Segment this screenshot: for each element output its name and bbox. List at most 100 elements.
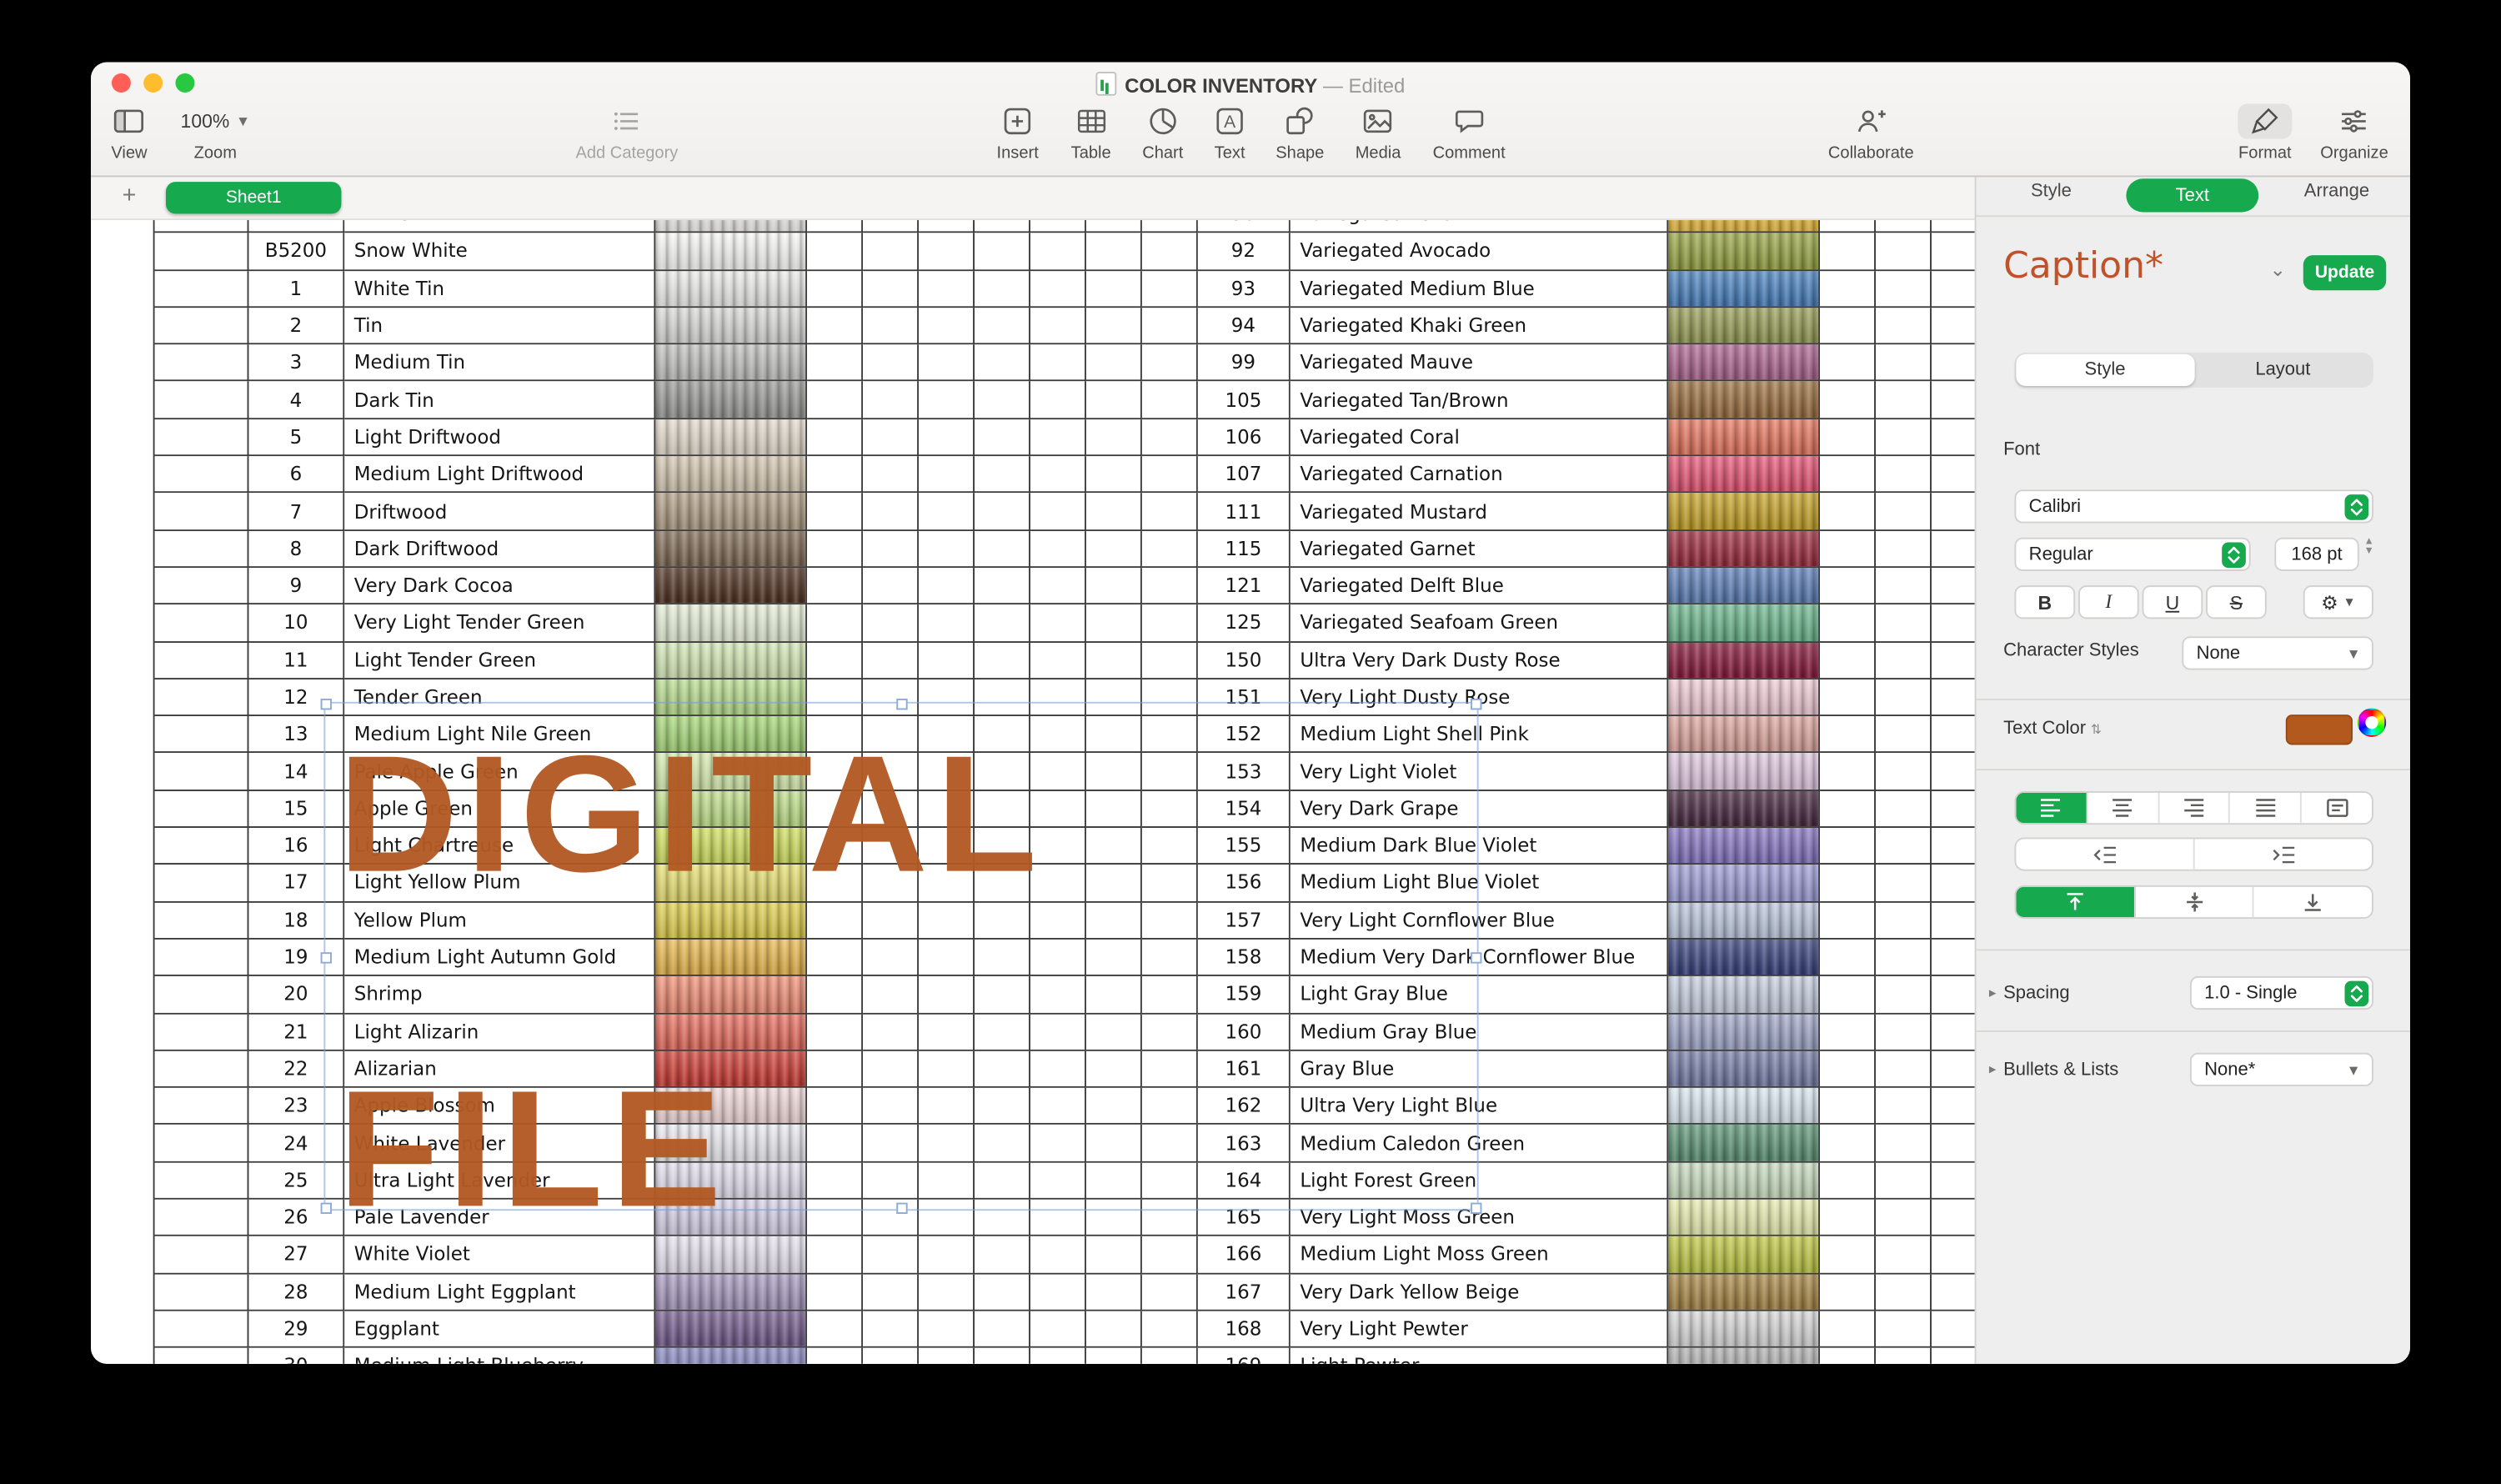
selection-handle[interactable] <box>1471 699 1481 709</box>
view-button[interactable]: View <box>111 103 147 163</box>
color-number-cell[interactable]: 166 <box>1198 1236 1291 1274</box>
empty-cell[interactable] <box>1876 1236 1932 1274</box>
empty-cell[interactable] <box>1932 419 1975 457</box>
empty-cell[interactable] <box>1876 1126 1932 1163</box>
empty-cell[interactable] <box>1876 308 1932 345</box>
empty-cell[interactable] <box>155 791 249 829</box>
empty-cell[interactable] <box>863 530 919 568</box>
empty-cell[interactable] <box>1030 530 1086 568</box>
floss-swatch-cell[interactable] <box>655 456 807 494</box>
empty-cell[interactable] <box>1876 530 1932 568</box>
empty-cell[interactable] <box>863 308 919 345</box>
color-number-cell[interactable]: 99 <box>1198 345 1291 383</box>
stepper-icon[interactable] <box>2345 494 2369 519</box>
collaborate-button[interactable]: Collaborate <box>1828 103 1914 163</box>
empty-cell[interactable] <box>1932 1200 1975 1237</box>
empty-cell[interactable] <box>919 568 975 605</box>
font-size-stepper[interactable]: ▲▼ <box>2363 538 2373 555</box>
empty-cell[interactable] <box>155 233 249 271</box>
empty-cell[interactable] <box>1876 865 1932 903</box>
color-name-cell[interactable]: Variegated Coral <box>1291 419 1668 457</box>
color-name-cell[interactable]: Dark Driftwood <box>344 530 655 568</box>
empty-cell[interactable] <box>1820 1274 1876 1311</box>
empty-cell[interactable] <box>919 419 975 457</box>
comment-button[interactable]: Comment <box>1433 103 1506 163</box>
floss-swatch-cell[interactable] <box>655 605 807 643</box>
zoom-control[interactable]: 100%▼ Zoom <box>181 103 250 163</box>
floss-swatch-cell[interactable] <box>1668 865 1820 903</box>
floss-swatch-cell[interactable] <box>655 419 807 457</box>
empty-cell[interactable] <box>807 308 863 345</box>
color-name-cell[interactable]: Variegated Mustard <box>1291 494 1668 531</box>
empty-cell[interactable] <box>1932 1126 1975 1163</box>
color-name-cell[interactable]: Variegated Delft Blue <box>1291 568 1668 605</box>
empty-cell[interactable] <box>1820 218 1876 233</box>
empty-cell[interactable] <box>1086 456 1142 494</box>
color-name-cell[interactable]: Variegated Garnet <box>1291 530 1668 568</box>
empty-cell[interactable] <box>1876 605 1932 643</box>
disclosure-triangle-icon[interactable]: ▸ <box>1989 1060 1997 1078</box>
empty-cell[interactable] <box>155 530 249 568</box>
empty-cell[interactable] <box>919 270 975 308</box>
character-styles-dropdown[interactable]: None ▼ <box>2182 636 2373 669</box>
empty-cell[interactable] <box>1876 419 1932 457</box>
floss-swatch-cell[interactable] <box>1668 233 1820 271</box>
color-name-cell[interactable]: Variegated Carnation <box>1291 456 1668 494</box>
floss-swatch-cell[interactable] <box>1668 1088 1820 1126</box>
color-name-cell[interactable]: Light Driftwood <box>344 419 655 457</box>
align-justify-button[interactable] <box>2230 793 2302 823</box>
empty-cell[interactable] <box>975 419 1030 457</box>
empty-cell[interactable] <box>919 1311 975 1349</box>
align-bottom-button[interactable] <box>2254 887 2372 917</box>
empty-cell[interactable] <box>1030 382 1086 419</box>
empty-cell[interactable] <box>919 233 975 271</box>
tab-style[interactable]: Style <box>2031 182 2072 201</box>
color-name-cell[interactable]: Driftwood <box>344 494 655 531</box>
disclosure-triangle-icon[interactable]: ▸ <box>1989 984 1997 1001</box>
decrease-indent-button[interactable] <box>2016 839 2194 869</box>
empty-cell[interactable] <box>1876 568 1932 605</box>
empty-cell[interactable] <box>1030 642 1086 679</box>
empty-cell[interactable] <box>1086 218 1142 233</box>
empty-cell[interactable] <box>919 642 975 679</box>
empty-cell[interactable] <box>1030 1311 1086 1349</box>
empty-cell[interactable] <box>1820 679 1876 717</box>
empty-cell[interactable] <box>1932 642 1975 679</box>
floss-swatch-cell[interactable] <box>655 494 807 531</box>
color-name-cell[interactable]: Tin <box>344 308 655 345</box>
empty-cell[interactable] <box>1932 940 1975 977</box>
floss-swatch-cell[interactable] <box>1668 1126 1820 1163</box>
empty-cell[interactable] <box>1086 494 1142 531</box>
floss-swatch-cell[interactable] <box>1668 1311 1820 1349</box>
color-name-cell[interactable]: Ultra Very Dark Dusty Rose <box>1291 642 1668 679</box>
empty-cell[interactable] <box>1030 419 1086 457</box>
empty-cell[interactable] <box>1142 419 1198 457</box>
empty-cell[interactable] <box>1142 1348 1198 1364</box>
media-button[interactable]: Media <box>1356 103 1401 163</box>
empty-cell[interactable] <box>1876 1162 1932 1200</box>
empty-cell[interactable] <box>1820 456 1876 494</box>
empty-cell[interactable] <box>155 1311 249 1349</box>
empty-cell[interactable] <box>1086 642 1142 679</box>
empty-cell[interactable] <box>863 345 919 383</box>
empty-cell[interactable] <box>1142 270 1198 308</box>
empty-cell[interactable] <box>155 1126 249 1163</box>
empty-cell[interactable] <box>975 308 1030 345</box>
watermark-text-line2[interactable]: FILE <box>338 1067 729 1233</box>
empty-cell[interactable] <box>1030 233 1086 271</box>
empty-cell[interactable] <box>975 218 1030 233</box>
sheet-tab-sheet1[interactable]: Sheet1 <box>166 182 341 213</box>
text-button[interactable]: A Text <box>1212 103 1247 163</box>
empty-cell[interactable] <box>155 642 249 679</box>
empty-cell[interactable] <box>1932 1348 1975 1364</box>
empty-cell[interactable] <box>863 419 919 457</box>
empty-cell[interactable] <box>155 456 249 494</box>
empty-cell[interactable] <box>155 1051 249 1089</box>
chevron-down-icon[interactable]: ⌄ <box>2270 258 2286 281</box>
empty-cell[interactable] <box>1030 494 1086 531</box>
empty-cell[interactable] <box>1030 1348 1086 1364</box>
empty-cell[interactable] <box>1820 494 1876 531</box>
empty-cell[interactable] <box>1142 456 1198 494</box>
empty-cell[interactable] <box>1820 1088 1876 1126</box>
empty-cell[interactable] <box>1876 1274 1932 1311</box>
